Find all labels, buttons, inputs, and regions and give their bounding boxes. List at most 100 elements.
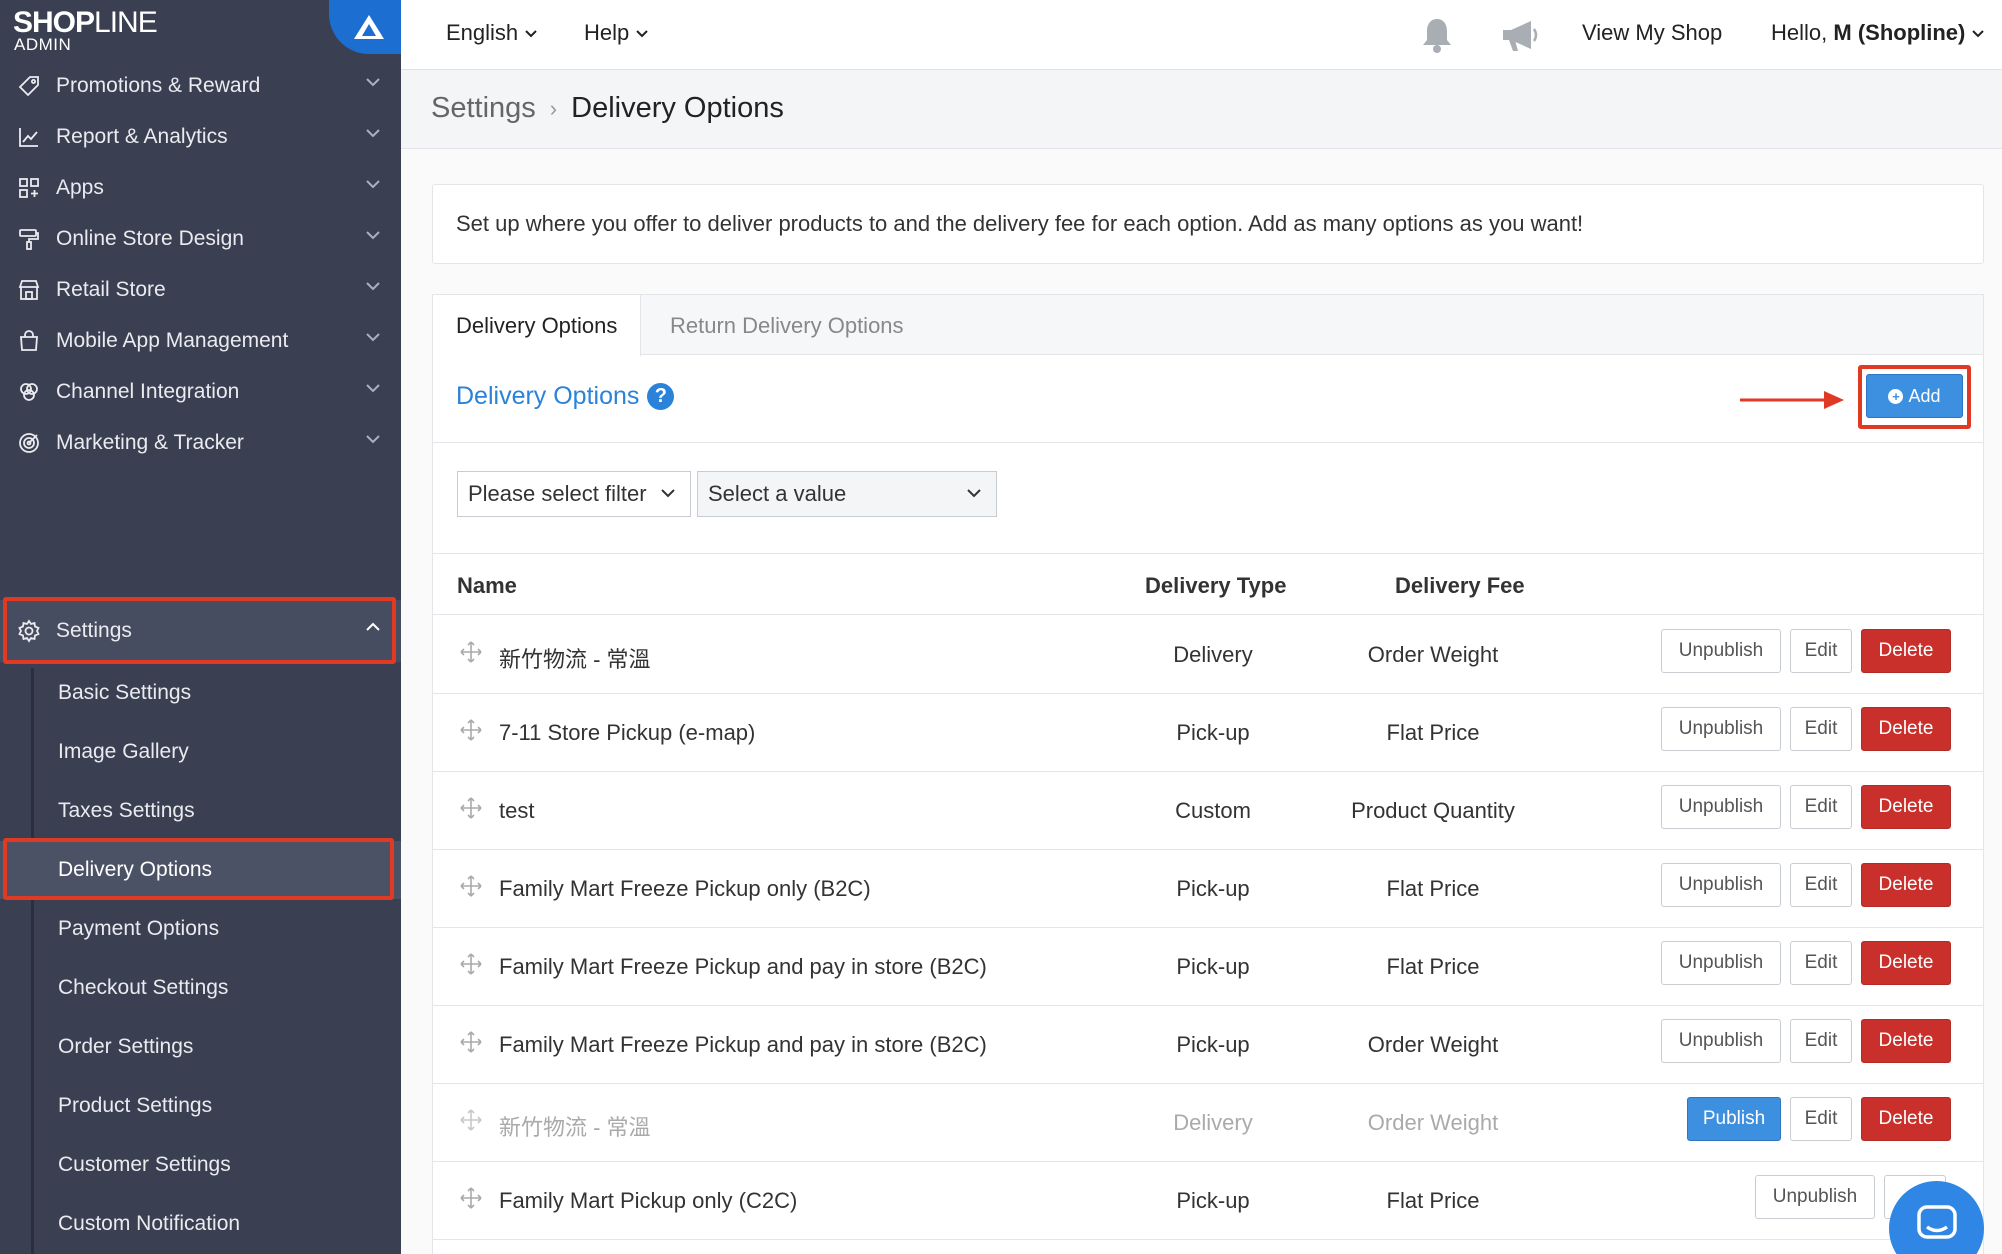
- chevron-down-icon: [1972, 29, 1985, 37]
- plus-icon: +: [1888, 388, 1904, 404]
- row-type: Pick-up: [1176, 954, 1250, 979]
- filter-row: Please select filter Select a value: [433, 444, 1983, 554]
- sidebar-sub-image-gallery[interactable]: Image Gallery: [0, 723, 401, 781]
- value-select[interactable]: Select a value: [697, 471, 997, 517]
- drag-handle-icon[interactable]: [459, 1030, 483, 1054]
- value-select-label: Select a value: [708, 481, 847, 506]
- arrow-right-icon: [1740, 391, 1844, 409]
- greeting-text: Hello,: [1771, 20, 1828, 45]
- delete-button[interactable]: Delete: [1861, 941, 1951, 985]
- unpublish-button[interactable]: Unpublish: [1661, 629, 1781, 673]
- drag-handle-icon[interactable]: [459, 952, 483, 976]
- sidebar-sub-order-settings[interactable]: Order Settings: [0, 1018, 401, 1076]
- row-name: Family Mart Freeze Pickup and pay in sto…: [499, 954, 987, 979]
- edit-button[interactable]: Edit: [1790, 1097, 1852, 1141]
- sidebar-item-settings[interactable]: Settings: [0, 600, 401, 662]
- user-menu[interactable]: Hello, M (Shopline): [1771, 20, 1985, 46]
- unpublish-button[interactable]: Unpublish: [1755, 1175, 1875, 1219]
- sidebar-item-marketing[interactable]: Marketing & Tracker: [0, 412, 401, 474]
- section-title: Delivery Options ?: [456, 382, 675, 411]
- breadcrumb-settings[interactable]: Settings: [431, 92, 536, 125]
- add-button[interactable]: + Add: [1866, 374, 1963, 418]
- delete-button[interactable]: Delete: [1861, 707, 1951, 751]
- row-fee: Flat Price: [1386, 954, 1480, 979]
- row-fee: Flat Price: [1386, 1188, 1480, 1213]
- filter-select-label: Please select filter: [468, 481, 647, 506]
- drag-handle-icon[interactable]: [459, 874, 483, 898]
- chevron-down-icon: [967, 489, 981, 498]
- filter-select[interactable]: Please select filter: [457, 471, 691, 517]
- language-dropdown[interactable]: English: [446, 20, 538, 46]
- unpublish-button[interactable]: Unpublish: [1661, 1019, 1781, 1063]
- sidebar-item-label: Mobile App Management: [56, 329, 289, 352]
- tab-delivery-options[interactable]: Delivery Options: [433, 295, 642, 356]
- table-row: Family Mart Pickup only (C2C) Pick-up Fl…: [433, 1162, 1983, 1240]
- section-header: Delivery Options ? + Add: [433, 356, 1983, 443]
- sidebar-sub-taxes-settings[interactable]: Taxes Settings: [0, 782, 401, 840]
- logo-sub: ADMIN: [14, 35, 72, 54]
- info-description: Set up where you offer to deliver produc…: [432, 184, 1984, 264]
- unpublish-button[interactable]: Unpublish: [1661, 863, 1781, 907]
- bell-icon[interactable]: [1419, 16, 1455, 54]
- sidebar-sub-custom-notification[interactable]: Custom Notification: [0, 1195, 401, 1253]
- edit-button[interactable]: Edit: [1790, 707, 1852, 751]
- tab-return-delivery-options[interactable]: Return Delivery Options: [647, 295, 927, 356]
- row-fee: Flat Price: [1386, 876, 1480, 901]
- row-fee: Order Weight: [1367, 1032, 1499, 1057]
- unpublish-button[interactable]: Unpublish: [1661, 707, 1781, 751]
- sidebar-sub-basic-settings[interactable]: Basic Settings: [0, 664, 401, 722]
- sidebar-sub-payment-options[interactable]: Payment Options: [0, 900, 401, 958]
- edit-button[interactable]: Edit: [1790, 785, 1852, 829]
- delete-button[interactable]: Delete: [1861, 1097, 1951, 1141]
- megaphone-icon[interactable]: [1499, 18, 1541, 54]
- drag-handle-icon[interactable]: [459, 718, 483, 742]
- row-fee: Order Weight: [1367, 1110, 1499, 1135]
- store-icon: [14, 275, 44, 305]
- sidebar-sub-product-settings[interactable]: Product Settings: [0, 1077, 401, 1135]
- delete-button[interactable]: Delete: [1861, 1019, 1951, 1063]
- sidebar-sub-customer-settings[interactable]: Customer Settings: [0, 1136, 401, 1194]
- row-name: 7-11 Store Pickup (e-map): [499, 720, 756, 745]
- sidebar-item-label: Channel Integration: [56, 380, 240, 403]
- column-name: Name: [457, 573, 517, 598]
- drag-handle-icon[interactable]: [459, 640, 483, 664]
- help-dropdown[interactable]: Help: [584, 20, 649, 46]
- row-type: Delivery: [1173, 1110, 1253, 1135]
- sidebar: SHOPLINE ADMIN Promotions & Reward Repor…: [0, 0, 401, 1254]
- chevron-right-icon: ›: [549, 95, 558, 121]
- unpublish-button[interactable]: Unpublish: [1661, 941, 1781, 985]
- row-type: Pick-up: [1176, 1032, 1250, 1057]
- target-icon: [14, 428, 44, 458]
- sidebar-sub-checkout-settings[interactable]: Checkout Settings: [0, 959, 401, 1017]
- chart-icon: [14, 122, 44, 152]
- logo[interactable]: SHOPLINE: [13, 8, 158, 38]
- breadcrumb: Settings › Delivery Options: [431, 92, 784, 125]
- help-label: Help: [584, 20, 630, 45]
- sidebar-item-label: Marketing & Tracker: [56, 431, 244, 454]
- delete-button[interactable]: Delete: [1861, 629, 1951, 673]
- drag-handle-icon[interactable]: [459, 1186, 483, 1210]
- chevron-down-icon: [525, 29, 537, 37]
- edit-button[interactable]: Edit: [1790, 629, 1852, 673]
- view-my-shop-link[interactable]: View My Shop: [1582, 20, 1722, 46]
- edit-button[interactable]: Edit: [1790, 941, 1852, 985]
- chevron-down-icon: [366, 435, 380, 444]
- drag-handle-icon[interactable]: [459, 1108, 483, 1132]
- edit-button[interactable]: Edit: [1790, 1019, 1852, 1063]
- publish-button[interactable]: Publish: [1687, 1097, 1781, 1141]
- tag-icon: [14, 71, 44, 101]
- help-icon[interactable]: ?: [647, 383, 675, 410]
- delete-button[interactable]: Delete: [1861, 785, 1951, 829]
- sidebar-sub-delivery-options[interactable]: Delivery Options: [0, 841, 401, 899]
- table-row: 7-11 Store Pickup (e-map) Pick-up Flat P…: [433, 694, 1983, 772]
- brand-badge-icon[interactable]: [329, 0, 401, 54]
- row-type: Custom: [1175, 798, 1251, 823]
- user-name: M (Shopline): [1833, 20, 1966, 45]
- shopping-bag-icon: [14, 326, 44, 356]
- page-title: Delivery Options: [571, 92, 784, 124]
- delete-button[interactable]: Delete: [1861, 863, 1951, 907]
- edit-button[interactable]: Edit: [1790, 863, 1852, 907]
- drag-handle-icon[interactable]: [459, 796, 483, 820]
- table-row: Family Mart Freeze Pickup and pay in sto…: [433, 1006, 1983, 1084]
- unpublish-button[interactable]: Unpublish: [1661, 785, 1781, 829]
